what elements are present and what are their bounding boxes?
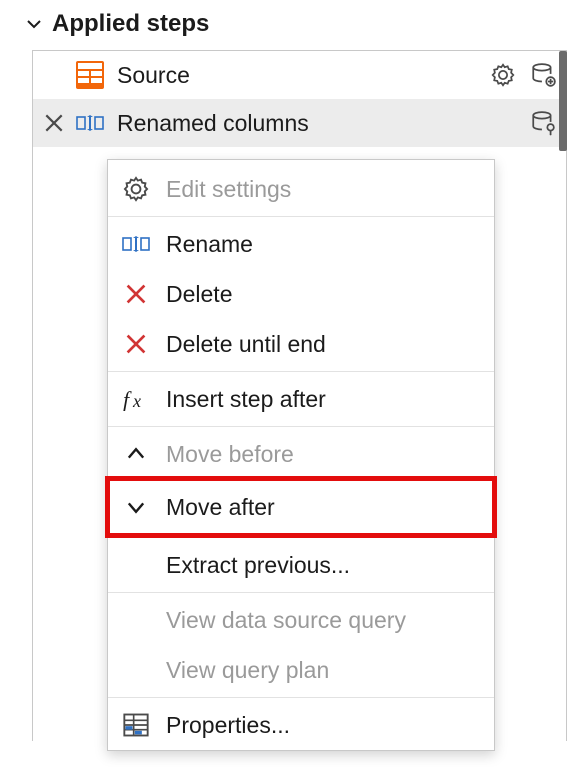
menu-delete-until-end-label: Delete until end bbox=[166, 331, 480, 358]
blank-icon bbox=[118, 602, 154, 638]
gear-icon bbox=[118, 171, 154, 207]
rename-icon bbox=[118, 226, 154, 262]
menu-view-data-source-query: View data source query bbox=[108, 595, 494, 645]
menu-view-dsq-label: View data source query bbox=[166, 607, 480, 634]
menu-move-after[interactable]: Move after bbox=[108, 479, 494, 535]
applied-steps-title: Applied steps bbox=[52, 10, 209, 38]
svg-text:f: f bbox=[123, 387, 132, 411]
menu-delete-until-end[interactable]: Delete until end bbox=[108, 319, 494, 369]
menu-extract-previous[interactable]: Extract previous... bbox=[108, 540, 494, 590]
step-renamed-columns-row[interactable]: Renamed columns bbox=[33, 99, 566, 147]
menu-separator bbox=[108, 537, 494, 538]
database-query-icon[interactable] bbox=[526, 106, 560, 140]
chevron-up-icon bbox=[118, 436, 154, 472]
blank-icon bbox=[118, 547, 154, 583]
menu-view-plan-label: View query plan bbox=[166, 657, 480, 684]
menu-edit-settings: Edit settings bbox=[108, 164, 494, 214]
menu-delete[interactable]: Delete bbox=[108, 269, 494, 319]
menu-separator bbox=[108, 216, 494, 217]
gear-icon[interactable] bbox=[486, 58, 520, 92]
scrollbar[interactable] bbox=[559, 51, 567, 151]
menu-rename-label: Rename bbox=[166, 231, 480, 258]
rename-columns-icon bbox=[75, 108, 105, 138]
database-icon[interactable] bbox=[526, 58, 560, 92]
menu-insert-step-after[interactable]: f x Insert step after bbox=[108, 374, 494, 424]
menu-properties[interactable]: Properties... bbox=[108, 700, 494, 750]
menu-properties-label: Properties... bbox=[166, 712, 480, 739]
menu-move-before-label: Move before bbox=[166, 441, 480, 468]
chevron-down-icon bbox=[24, 14, 44, 34]
menu-separator bbox=[108, 697, 494, 698]
menu-separator bbox=[108, 371, 494, 372]
fx-icon: f x bbox=[118, 381, 154, 417]
menu-edit-settings-label: Edit settings bbox=[166, 176, 480, 203]
table-icon bbox=[75, 60, 105, 90]
remove-step-icon[interactable] bbox=[39, 108, 69, 138]
menu-move-before: Move before bbox=[108, 429, 494, 479]
properties-icon bbox=[118, 707, 154, 743]
menu-delete-label: Delete bbox=[166, 281, 480, 308]
blank-icon bbox=[118, 652, 154, 688]
step-source-label: Source bbox=[117, 62, 486, 89]
menu-move-after-label: Move after bbox=[166, 494, 480, 521]
menu-extract-previous-label: Extract previous... bbox=[166, 552, 480, 579]
x-icon bbox=[118, 276, 154, 312]
chevron-down-icon bbox=[118, 489, 154, 525]
applied-steps-panel: Source bbox=[32, 50, 567, 741]
x-icon bbox=[118, 326, 154, 362]
step-renamed-columns-label: Renamed columns bbox=[117, 110, 526, 137]
menu-separator bbox=[108, 592, 494, 593]
menu-insert-step-label: Insert step after bbox=[166, 386, 480, 413]
step-source-row[interactable]: Source bbox=[33, 51, 566, 99]
menu-separator bbox=[108, 426, 494, 427]
menu-view-query-plan: View query plan bbox=[108, 645, 494, 695]
context-menu: Edit settings Rename Delete Dele bbox=[107, 159, 495, 751]
applied-steps-header[interactable]: Applied steps bbox=[0, 0, 585, 44]
menu-rename[interactable]: Rename bbox=[108, 219, 494, 269]
svg-text:x: x bbox=[132, 391, 141, 411]
